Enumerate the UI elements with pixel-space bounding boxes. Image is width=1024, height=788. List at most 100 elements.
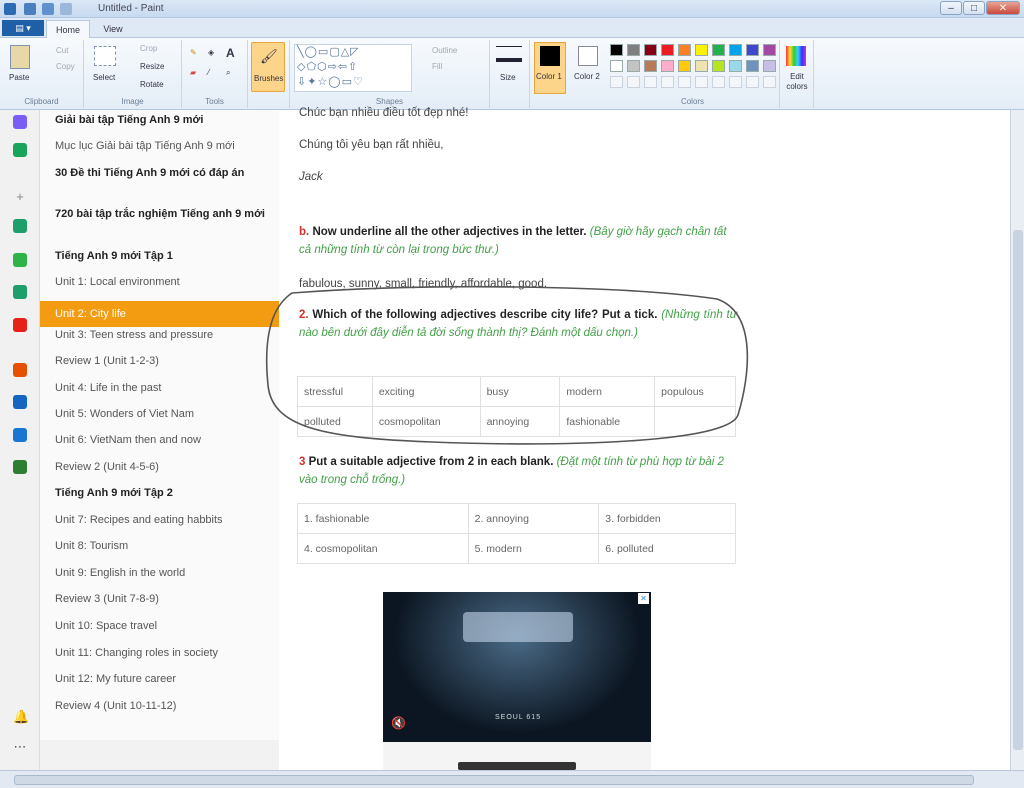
messenger-icon[interactable]: [13, 115, 27, 129]
redo-icon[interactable]: [60, 3, 72, 15]
sidebar-item[interactable]: Tiếng Anh 9 mới Tập 2: [40, 486, 279, 501]
palette-empty-slot[interactable]: [644, 76, 657, 88]
app-icon[interactable]: [13, 219, 27, 233]
sidebar-item[interactable]: 30 Đề thi Tiếng Anh 9 mới có đáp án: [40, 166, 279, 181]
crop-button[interactable]: Crop: [140, 44, 157, 53]
sidebar-item[interactable]: Unit 3: Teen stress and pressure: [40, 328, 279, 343]
rotate-button[interactable]: Rotate: [140, 80, 164, 89]
sidebar-item[interactable]: Unit 6: VietNam then and now: [40, 433, 279, 448]
more-icon[interactable]: ⋯: [13, 740, 27, 754]
bell-icon[interactable]: 🔔: [13, 710, 29, 724]
app-icon[interactable]: [13, 460, 27, 474]
youtube-icon[interactable]: [13, 318, 27, 332]
vtv-icon[interactable]: [13, 395, 27, 409]
fill-button[interactable]: Fill: [432, 62, 442, 71]
sidebar-item[interactable]: Review 4 (Unit 10-11-12): [40, 699, 279, 714]
plus-icon[interactable]: +: [13, 190, 27, 204]
palette-swatch[interactable]: [678, 60, 691, 72]
palette-swatch[interactable]: [746, 44, 759, 56]
sidebar-item[interactable]: Review 3 (Unit 7-8-9): [40, 592, 279, 607]
sidebar-item[interactable]: Review 2 (Unit 4-5-6): [40, 460, 279, 475]
color-picker-icon[interactable]: ⁄: [208, 68, 209, 77]
sidebar-item[interactable]: Unit 4: Life in the past: [40, 381, 279, 396]
sidebar-item[interactable]: Unit 1: Local environment: [40, 275, 279, 290]
palette-swatch[interactable]: [729, 44, 742, 56]
copy-button[interactable]: Copy: [56, 62, 75, 71]
sidebar-item[interactable]: Review 1 (Unit 1-2-3): [40, 354, 279, 369]
palette-swatch[interactable]: [763, 44, 776, 56]
edit-colors-button[interactable]: Edit colors: [782, 72, 812, 92]
vertical-scroll-thumb[interactable]: [1013, 230, 1023, 750]
outline-button[interactable]: Outline: [432, 46, 457, 55]
sidebar-item[interactable]: Unit 9: English in the world: [40, 566, 279, 581]
palette-swatch[interactable]: [712, 60, 725, 72]
select-icon[interactable]: [94, 46, 116, 66]
paste-button[interactable]: Paste: [9, 73, 29, 82]
ad-control-bar[interactable]: [458, 762, 576, 770]
file-menu-button[interactable]: ▤ ▾: [2, 20, 44, 36]
cut-button[interactable]: Cut: [56, 46, 68, 55]
sidebar-item[interactable]: Unit 2: City life: [40, 301, 279, 327]
palette-swatch[interactable]: [644, 44, 657, 56]
minimize-button[interactable]: –: [940, 1, 962, 15]
text-icon[interactable]: A: [226, 46, 235, 60]
tab-home[interactable]: Home: [46, 20, 90, 38]
fill-icon[interactable]: ◈: [208, 48, 214, 57]
tab-view[interactable]: View: [96, 20, 130, 38]
shapes-gallery[interactable]: ╲◯▭▢△◸ ◇⬠⬡⇨⇦⇧ ⇩✦☆◯▭♡: [294, 44, 412, 92]
app-icon[interactable]: [13, 363, 27, 377]
sidebar-item[interactable]: Unit 8: Tourism: [40, 539, 279, 554]
vertical-scrollbar[interactable]: [1010, 110, 1024, 770]
palette-empty-slot[interactable]: [712, 76, 725, 88]
palette-swatch[interactable]: [661, 60, 674, 72]
app-icon[interactable]: [13, 428, 27, 442]
sidebar-item[interactable]: Giải bài tập Tiếng Anh 9 mới: [40, 113, 279, 128]
color2-swatch[interactable]: [578, 46, 598, 66]
palette-swatch[interactable]: [695, 44, 708, 56]
palette-empty-slot[interactable]: [746, 76, 759, 88]
app-icon[interactable]: [13, 285, 27, 299]
palette-empty-slot[interactable]: [627, 76, 640, 88]
palette-swatch[interactable]: [695, 60, 708, 72]
sidebar-item[interactable]: Unit 10: Space travel: [40, 619, 279, 634]
sidebar-item[interactable]: Unit 5: Wonders of Viet Nam: [40, 407, 279, 422]
horizontal-scrollbar[interactable]: [0, 770, 1024, 788]
paste-icon[interactable]: [10, 45, 30, 69]
resize-button[interactable]: Resize: [140, 62, 164, 71]
sidebar-item[interactable]: Unit 7: Recipes and eating habbits: [40, 513, 279, 528]
palette-swatch[interactable]: [678, 44, 691, 56]
save-icon[interactable]: [24, 3, 36, 15]
sidebar-item[interactable]: Tiếng Anh 9 mới Tập 1: [40, 249, 279, 264]
palette-swatch[interactable]: [746, 60, 759, 72]
game-icon[interactable]: [13, 143, 27, 157]
palette-empty-slot[interactable]: [729, 76, 742, 88]
palette-swatch[interactable]: [627, 44, 640, 56]
app-icon[interactable]: [13, 253, 27, 267]
sidebar-item[interactable]: Unit 12: My future career: [40, 672, 279, 687]
palette-swatch[interactable]: [712, 44, 725, 56]
palette-swatch[interactable]: [610, 60, 623, 72]
horizontal-scroll-thumb[interactable]: [14, 775, 974, 785]
pencil-icon[interactable]: ✎: [190, 48, 197, 57]
magnifier-icon[interactable]: ⌕: [226, 68, 230, 78]
palette-swatch[interactable]: [627, 60, 640, 72]
palette-empty-slot[interactable]: [610, 76, 623, 88]
palette-empty-slot[interactable]: [763, 76, 776, 88]
eraser-icon[interactable]: ▰: [190, 68, 196, 77]
mute-icon[interactable]: 🔇: [391, 716, 406, 730]
size-button[interactable]: Size: [500, 73, 516, 82]
select-button[interactable]: Select: [93, 73, 115, 82]
paint-app-icon[interactable]: [4, 3, 16, 15]
sidebar-item[interactable]: Mục lục Giải bài tập Tiếng Anh 9 mới: [40, 139, 279, 154]
palette-swatch[interactable]: [644, 60, 657, 72]
sidebar-item[interactable]: 720 bài tập trắc nghiệm Tiếng anh 9 mới: [40, 207, 279, 222]
palette-empty-slot[interactable]: [678, 76, 691, 88]
video-advertisement[interactable]: SEOUL 615 🔇 ✕: [383, 592, 651, 742]
maximize-button[interactable]: □: [963, 1, 985, 15]
palette-swatch[interactable]: [610, 44, 623, 56]
close-button[interactable]: ✕: [986, 1, 1020, 15]
palette-empty-slot[interactable]: [695, 76, 708, 88]
palette-swatch[interactable]: [661, 44, 674, 56]
palette-swatch[interactable]: [729, 60, 742, 72]
palette-empty-slot[interactable]: [661, 76, 674, 88]
